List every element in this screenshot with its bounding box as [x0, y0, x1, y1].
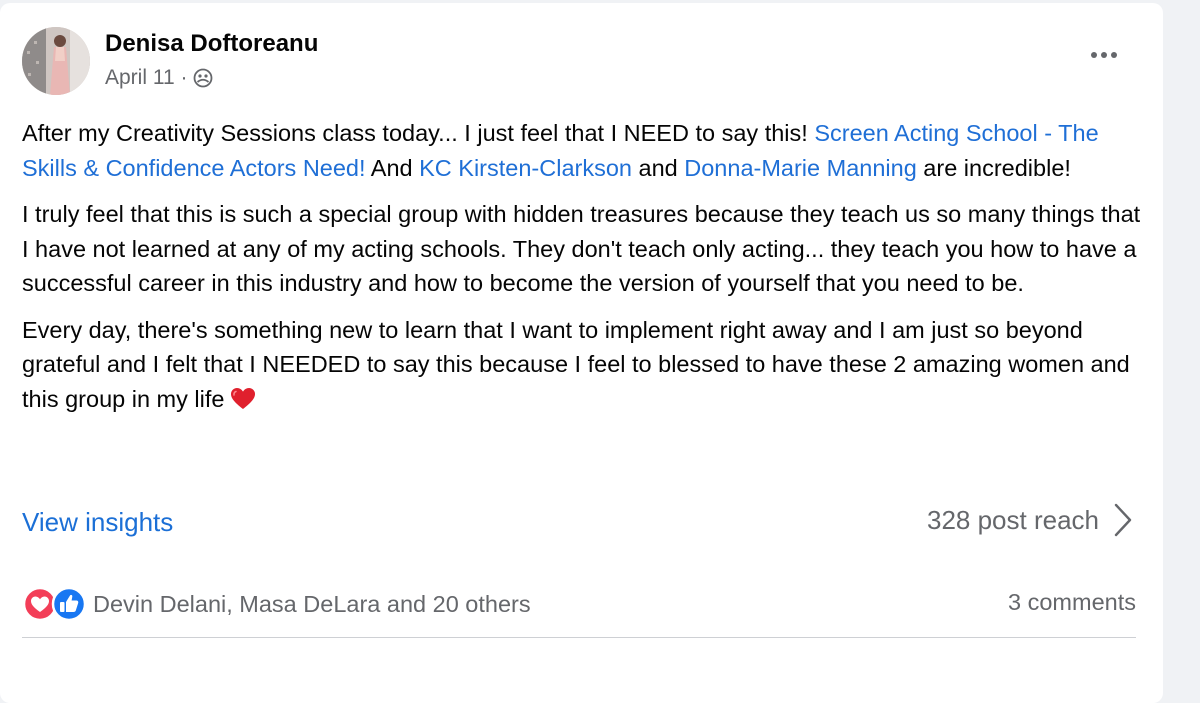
reactions-summary[interactable]: Devin Delani, Masa DeLara and 20 others: [22, 586, 531, 622]
post-paragraph-1: After my Creativity Sessions class today…: [22, 116, 1142, 185]
avatar[interactable]: [22, 27, 90, 95]
paragraph-text: are incredible!: [916, 154, 1071, 181]
group-audience-icon[interactable]: [193, 68, 213, 88]
post-card: Denisa Doftoreanu April 11 · After my Cr…: [0, 3, 1163, 703]
like-reaction-icon: [51, 586, 87, 622]
reaction-icons: [22, 586, 87, 622]
post-paragraph-3: Every day, there's something new to lear…: [22, 313, 1142, 421]
post-date[interactable]: April 11 ·: [105, 66, 187, 90]
paragraph-text: and: [631, 154, 685, 181]
paragraph-text: After my Creativity Sessions class today…: [22, 120, 815, 146]
comments-count-link[interactable]: 3 comments: [1008, 589, 1136, 616]
post-body: After my Creativity Sessions class today…: [22, 116, 1142, 432]
post-meta: April 11 ·: [105, 66, 213, 90]
avatar-photo: [22, 27, 90, 95]
post-reach-label: 328 post reach: [926, 504, 1099, 535]
more-options-icon[interactable]: [1086, 43, 1122, 67]
divider: [22, 637, 1136, 638]
paragraph-text: And: [365, 154, 420, 181]
paragraph-text: Every day, there's something new to lear…: [22, 316, 1130, 412]
mention-link[interactable]: KC Kirsten-Clarkson: [419, 155, 632, 181]
reactions-label: Devin Delani, Masa DeLara and 20 others: [93, 590, 531, 617]
view-insights-link[interactable]: View insights: [22, 507, 173, 538]
heart-emoji-icon: [230, 386, 256, 421]
author-name[interactable]: Denisa Doftoreanu: [105, 30, 318, 58]
post-paragraph-2: I truly feel that this is such a special…: [22, 201, 1141, 296]
chevron-right-icon: [1114, 503, 1132, 537]
mention-link[interactable]: Donna-Marie Manning: [684, 155, 917, 181]
post-reach[interactable]: 328 post reach: [927, 503, 1133, 537]
